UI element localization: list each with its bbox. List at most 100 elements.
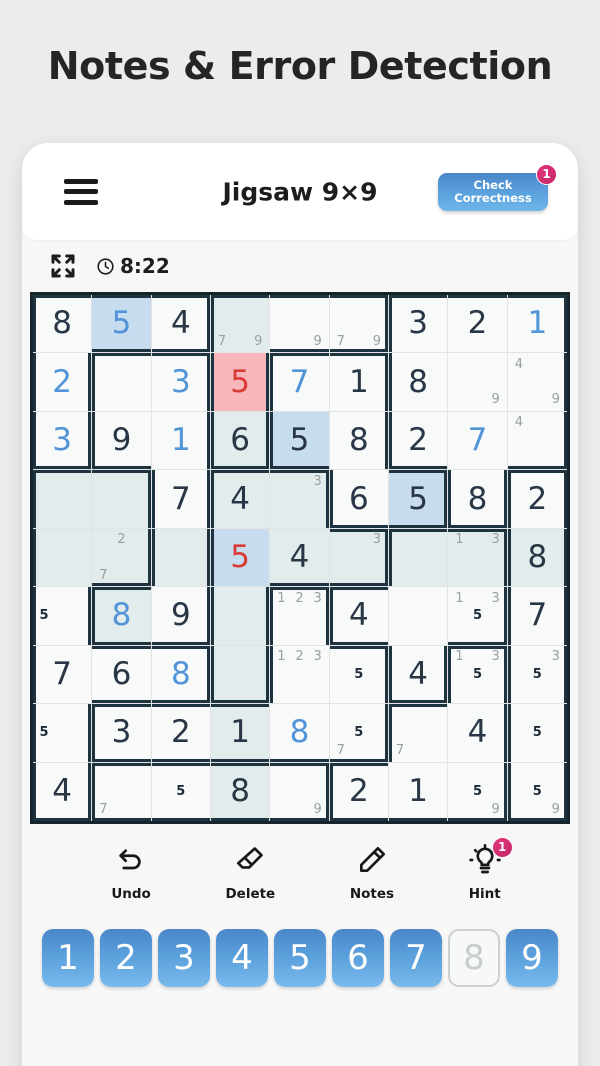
- cell-r5c2[interactable]: 27: [92, 528, 152, 588]
- cell-r2c8[interactable]: 9: [448, 353, 508, 412]
- note-slot-1: [391, 706, 409, 724]
- cell-r3c1[interactable]: 3: [33, 411, 93, 471]
- cell-r2c4[interactable]: 5: [210, 353, 271, 412]
- cell-r7c8[interactable]: 1 35: [448, 645, 508, 705]
- cell-r2c1[interactable]: 2: [33, 353, 93, 412]
- fullscreen-icon[interactable]: [48, 251, 78, 281]
- cell-r7c7[interactable]: 4: [388, 645, 449, 705]
- cell-r7c3[interactable]: 8: [151, 645, 211, 705]
- cell-r8c9[interactable]: 5: [507, 704, 567, 763]
- cell-r9c1[interactable]: 4: [33, 762, 93, 821]
- cell-r3c9[interactable]: 4: [507, 411, 567, 471]
- cell-r6c1[interactable]: 5: [33, 587, 93, 646]
- cell-r4c7[interactable]: 5: [388, 470, 449, 529]
- cell-r2c5[interactable]: 7: [270, 353, 330, 412]
- tool-notes-button[interactable]: Notes: [350, 844, 394, 902]
- cell-r4c4[interactable]: 4: [210, 470, 271, 529]
- cell-r8c4[interactable]: 1: [210, 704, 271, 763]
- cell-r3c8[interactable]: 7: [448, 411, 508, 471]
- cell-r8c5[interactable]: 8: [270, 704, 330, 763]
- cell-r6c3[interactable]: 9: [151, 587, 211, 646]
- cell-r8c3[interactable]: 2: [151, 704, 211, 763]
- cell-r1c6[interactable]: 79: [329, 295, 389, 354]
- cell-r7c5[interactable]: 123: [270, 645, 330, 705]
- tool-delete-button[interactable]: Delete: [225, 844, 275, 902]
- cell-r5c5[interactable]: 4: [270, 528, 330, 588]
- cell-r9c7[interactable]: 1: [388, 762, 449, 821]
- numpad-key-6[interactable]: 6: [332, 929, 384, 987]
- cell-r4c1[interactable]: [33, 470, 93, 529]
- check-correctness-button[interactable]: Check Correctness 1: [438, 163, 557, 211]
- cell-r5c3[interactable]: [151, 528, 211, 588]
- cell-r1c9[interactable]: 1: [507, 295, 567, 354]
- cell-r4c2[interactable]: [92, 470, 152, 529]
- cell-r3c3[interactable]: 1: [151, 411, 211, 471]
- cell-r8c7[interactable]: 7: [388, 704, 449, 763]
- numpad-key-3[interactable]: 3: [158, 929, 210, 987]
- cell-r9c2[interactable]: 7: [92, 762, 152, 821]
- cell-r1c5[interactable]: 9: [270, 295, 330, 354]
- sudoku-board[interactable]: 8547997932123571894939165827474365822754…: [30, 292, 570, 824]
- cell-r6c4[interactable]: [210, 587, 271, 646]
- cell-r5c1[interactable]: [33, 528, 93, 588]
- cell-r5c9[interactable]: 8: [507, 528, 567, 588]
- cell-r7c1[interactable]: 7: [33, 645, 93, 705]
- note-slot-6: [547, 432, 565, 450]
- numpad-key-7[interactable]: 7: [390, 929, 442, 987]
- cell-r1c3[interactable]: 4: [151, 295, 211, 354]
- cell-r8c8[interactable]: 4: [448, 704, 508, 763]
- cell-r6c8[interactable]: 1 35: [448, 587, 508, 646]
- cell-r4c5[interactable]: 3: [270, 470, 330, 529]
- cell-r5c4[interactable]: 5: [210, 528, 271, 588]
- cell-r5c7[interactable]: [388, 528, 449, 588]
- note-slot-2: [528, 765, 546, 783]
- cell-r4c9[interactable]: 2: [507, 470, 567, 529]
- cell-r8c6[interactable]: 57: [329, 704, 389, 763]
- cell-r6c6[interactable]: 4: [329, 587, 389, 646]
- cell-r2c7[interactable]: 8: [388, 353, 449, 412]
- cell-r6c5[interactable]: 123: [270, 587, 330, 646]
- cell-r7c6[interactable]: 5: [329, 645, 389, 705]
- cell-r1c1[interactable]: 8: [33, 295, 93, 354]
- numpad-key-2[interactable]: 2: [100, 929, 152, 987]
- cell-r7c4[interactable]: [210, 645, 271, 705]
- cell-r9c3[interactable]: 5: [151, 762, 211, 821]
- numpad-key-1[interactable]: 1: [42, 929, 94, 987]
- numpad-key-5[interactable]: 5: [274, 929, 326, 987]
- cell-r1c7[interactable]: 3: [388, 295, 449, 354]
- cell-r9c9[interactable]: 59: [507, 762, 567, 821]
- cell-r3c5[interactable]: 5: [270, 411, 330, 471]
- cell-r1c4[interactable]: 79: [210, 295, 271, 354]
- note-slot-9: 9: [551, 392, 560, 408]
- cell-r9c8[interactable]: 59: [448, 762, 508, 821]
- numpad-key-4[interactable]: 4: [216, 929, 268, 987]
- numpad-key-9[interactable]: 9: [506, 929, 558, 987]
- cell-r5c6[interactable]: 3: [329, 528, 389, 588]
- cell-r6c7[interactable]: [388, 587, 449, 646]
- cell-r1c2[interactable]: 5: [92, 295, 152, 354]
- cell-r6c2[interactable]: 8: [92, 587, 152, 646]
- cell-r8c1[interactable]: 5: [33, 704, 93, 763]
- tool-undo-button[interactable]: Undo: [111, 844, 151, 902]
- cell-r8c2[interactable]: 3: [92, 704, 152, 763]
- cell-r9c6[interactable]: 2: [329, 762, 389, 821]
- cell-r9c4[interactable]: 8: [210, 762, 271, 821]
- cell-r7c9[interactable]: 35: [507, 645, 567, 705]
- cell-r5c8[interactable]: 13: [448, 528, 508, 588]
- cell-r3c7[interactable]: 2: [388, 411, 449, 471]
- cell-r3c6[interactable]: 8: [329, 411, 389, 471]
- tool-hint-button[interactable]: Hint 1: [469, 836, 513, 902]
- cell-r6c9[interactable]: 7: [507, 587, 567, 646]
- cell-r3c4[interactable]: 6: [210, 411, 271, 471]
- cell-r4c6[interactable]: 6: [329, 470, 389, 529]
- cell-r3c2[interactable]: 9: [92, 411, 152, 471]
- cell-r9c5[interactable]: 9: [270, 762, 330, 821]
- cell-r4c8[interactable]: 8: [448, 470, 508, 529]
- cell-r4c3[interactable]: 7: [151, 470, 211, 529]
- cell-r2c9[interactable]: 49: [507, 353, 567, 412]
- cell-r7c2[interactable]: 6: [92, 645, 152, 705]
- cell-r2c2[interactable]: [92, 353, 152, 412]
- cell-r1c8[interactable]: 2: [448, 295, 508, 354]
- cell-r2c3[interactable]: 3: [151, 353, 211, 412]
- cell-r2c6[interactable]: 1: [329, 353, 389, 412]
